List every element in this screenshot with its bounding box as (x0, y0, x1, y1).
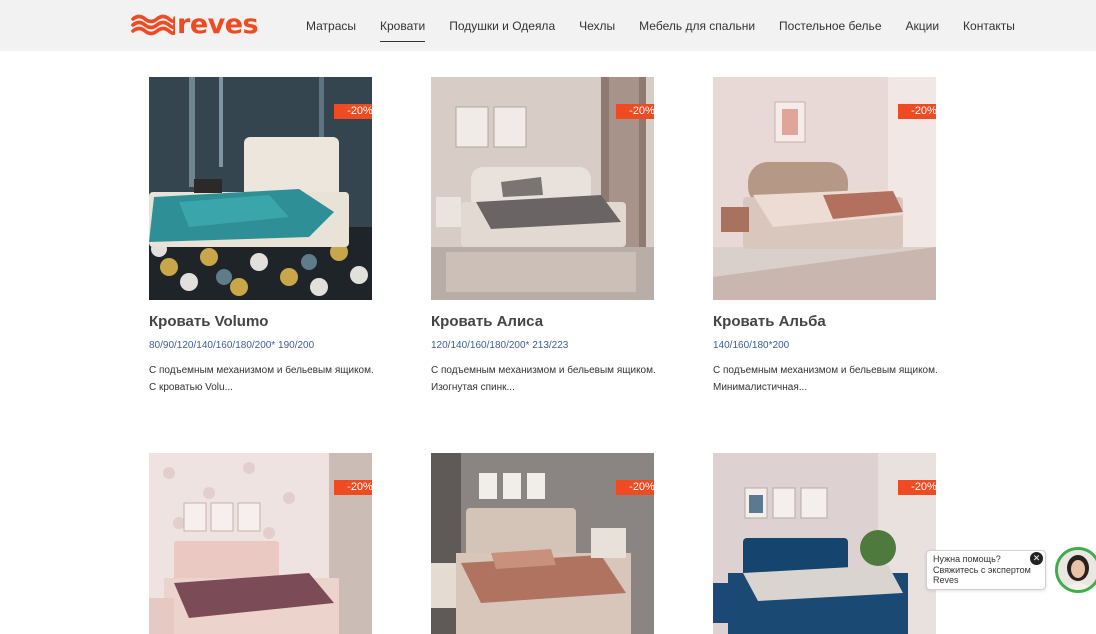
description-line: С подъемным механизмом и бельевым ящиком… (713, 365, 938, 376)
product-card[interactable]: -20% Кровать Volumo 80/90/120/140/160/18… (149, 77, 374, 393)
nav-item-bed-linen[interactable]: Постельное белье (779, 19, 881, 33)
nav-item-beds[interactable]: Кровати (380, 19, 426, 42)
discount-badge: -20% (334, 480, 372, 495)
product-description: С подъемным механизмом и бельевым ящиком… (149, 362, 389, 396)
product-title[interactable]: Кровать Алиса (431, 313, 543, 330)
description-line: С подъемным механизмом и бельевым ящиком… (431, 365, 656, 376)
product-image[interactable]: -20% (149, 77, 372, 300)
discount-badge: -20% (616, 480, 654, 495)
product-card[interactable]: -20% (713, 453, 936, 634)
product-title[interactable]: Кровать Альба (713, 313, 826, 330)
product-image[interactable]: -20% (713, 77, 936, 300)
product-card[interactable]: -20% (431, 453, 654, 634)
product-image[interactable]: -20% (431, 453, 654, 634)
product-card[interactable]: -20% Кровать Алиса 120/140/160/180/200* … (431, 77, 656, 393)
product-description: С подъемным механизмом и бельевым ящиком… (431, 362, 671, 396)
nav-item-contacts[interactable]: Контакты (963, 19, 1015, 33)
discount-badge: -20% (616, 104, 654, 119)
logo[interactable]: reves (131, 9, 259, 40)
product-title[interactable]: Кровать Volumo (149, 313, 268, 330)
product-card[interactable]: -20% Кровать Альба 140/160/180*200 С под… (713, 77, 938, 393)
chat-text-line: Reves (933, 575, 959, 585)
chat-close-icon[interactable]: ✕ (1030, 552, 1043, 565)
logo-waves-icon (131, 14, 175, 36)
main-nav: Матрасы Кровати Подушки и Одеяла Чехлы М… (306, 0, 1015, 51)
chat-help-bubble[interactable]: Нужна помощь? Свяжитесь с экспертом Reve… (926, 550, 1046, 590)
product-card[interactable]: -20% (149, 453, 372, 634)
product-image[interactable]: -20% (431, 77, 654, 300)
product-image[interactable]: -20% (149, 453, 372, 634)
nav-item-bedroom-furniture[interactable]: Мебель для спальни (639, 19, 755, 33)
description-line: Изогнутая спинк... (431, 382, 515, 393)
nav-item-sales[interactable]: Акции (906, 19, 940, 33)
discount-badge: -20% (898, 104, 936, 119)
nav-item-pillows-blankets[interactable]: Подушки и Одеяла (449, 19, 555, 33)
description-line: Минималистичная... (713, 382, 808, 393)
chat-expert-avatar[interactable] (1055, 547, 1096, 593)
description-line: С подъемным механизмом и бельевым ящиком… (149, 365, 374, 376)
site-header: reves Матрасы Кровати Подушки и Одеяла Ч… (0, 0, 1096, 51)
logo-text: reves (177, 9, 259, 40)
product-sizes: 120/140/160/180/200* 213/223 (431, 340, 569, 351)
product-image[interactable]: -20% (713, 453, 936, 634)
product-description: С подъемным механизмом и бельевым ящиком… (713, 362, 953, 396)
discount-badge: -20% (334, 104, 372, 119)
product-sizes: 140/160/180*200 (713, 340, 790, 351)
chat-text-line: Нужна помощь? (933, 554, 1001, 564)
description-line: С кроватью Volu... (149, 382, 233, 393)
discount-badge: -20% (898, 480, 936, 495)
nav-item-mattresses[interactable]: Матрасы (306, 19, 356, 33)
nav-item-covers[interactable]: Чехлы (579, 19, 615, 33)
chat-text-line: Свяжитесь с экспертом (933, 564, 1031, 575)
product-sizes: 80/90/120/140/160/180/200* 190/200 (149, 340, 315, 351)
